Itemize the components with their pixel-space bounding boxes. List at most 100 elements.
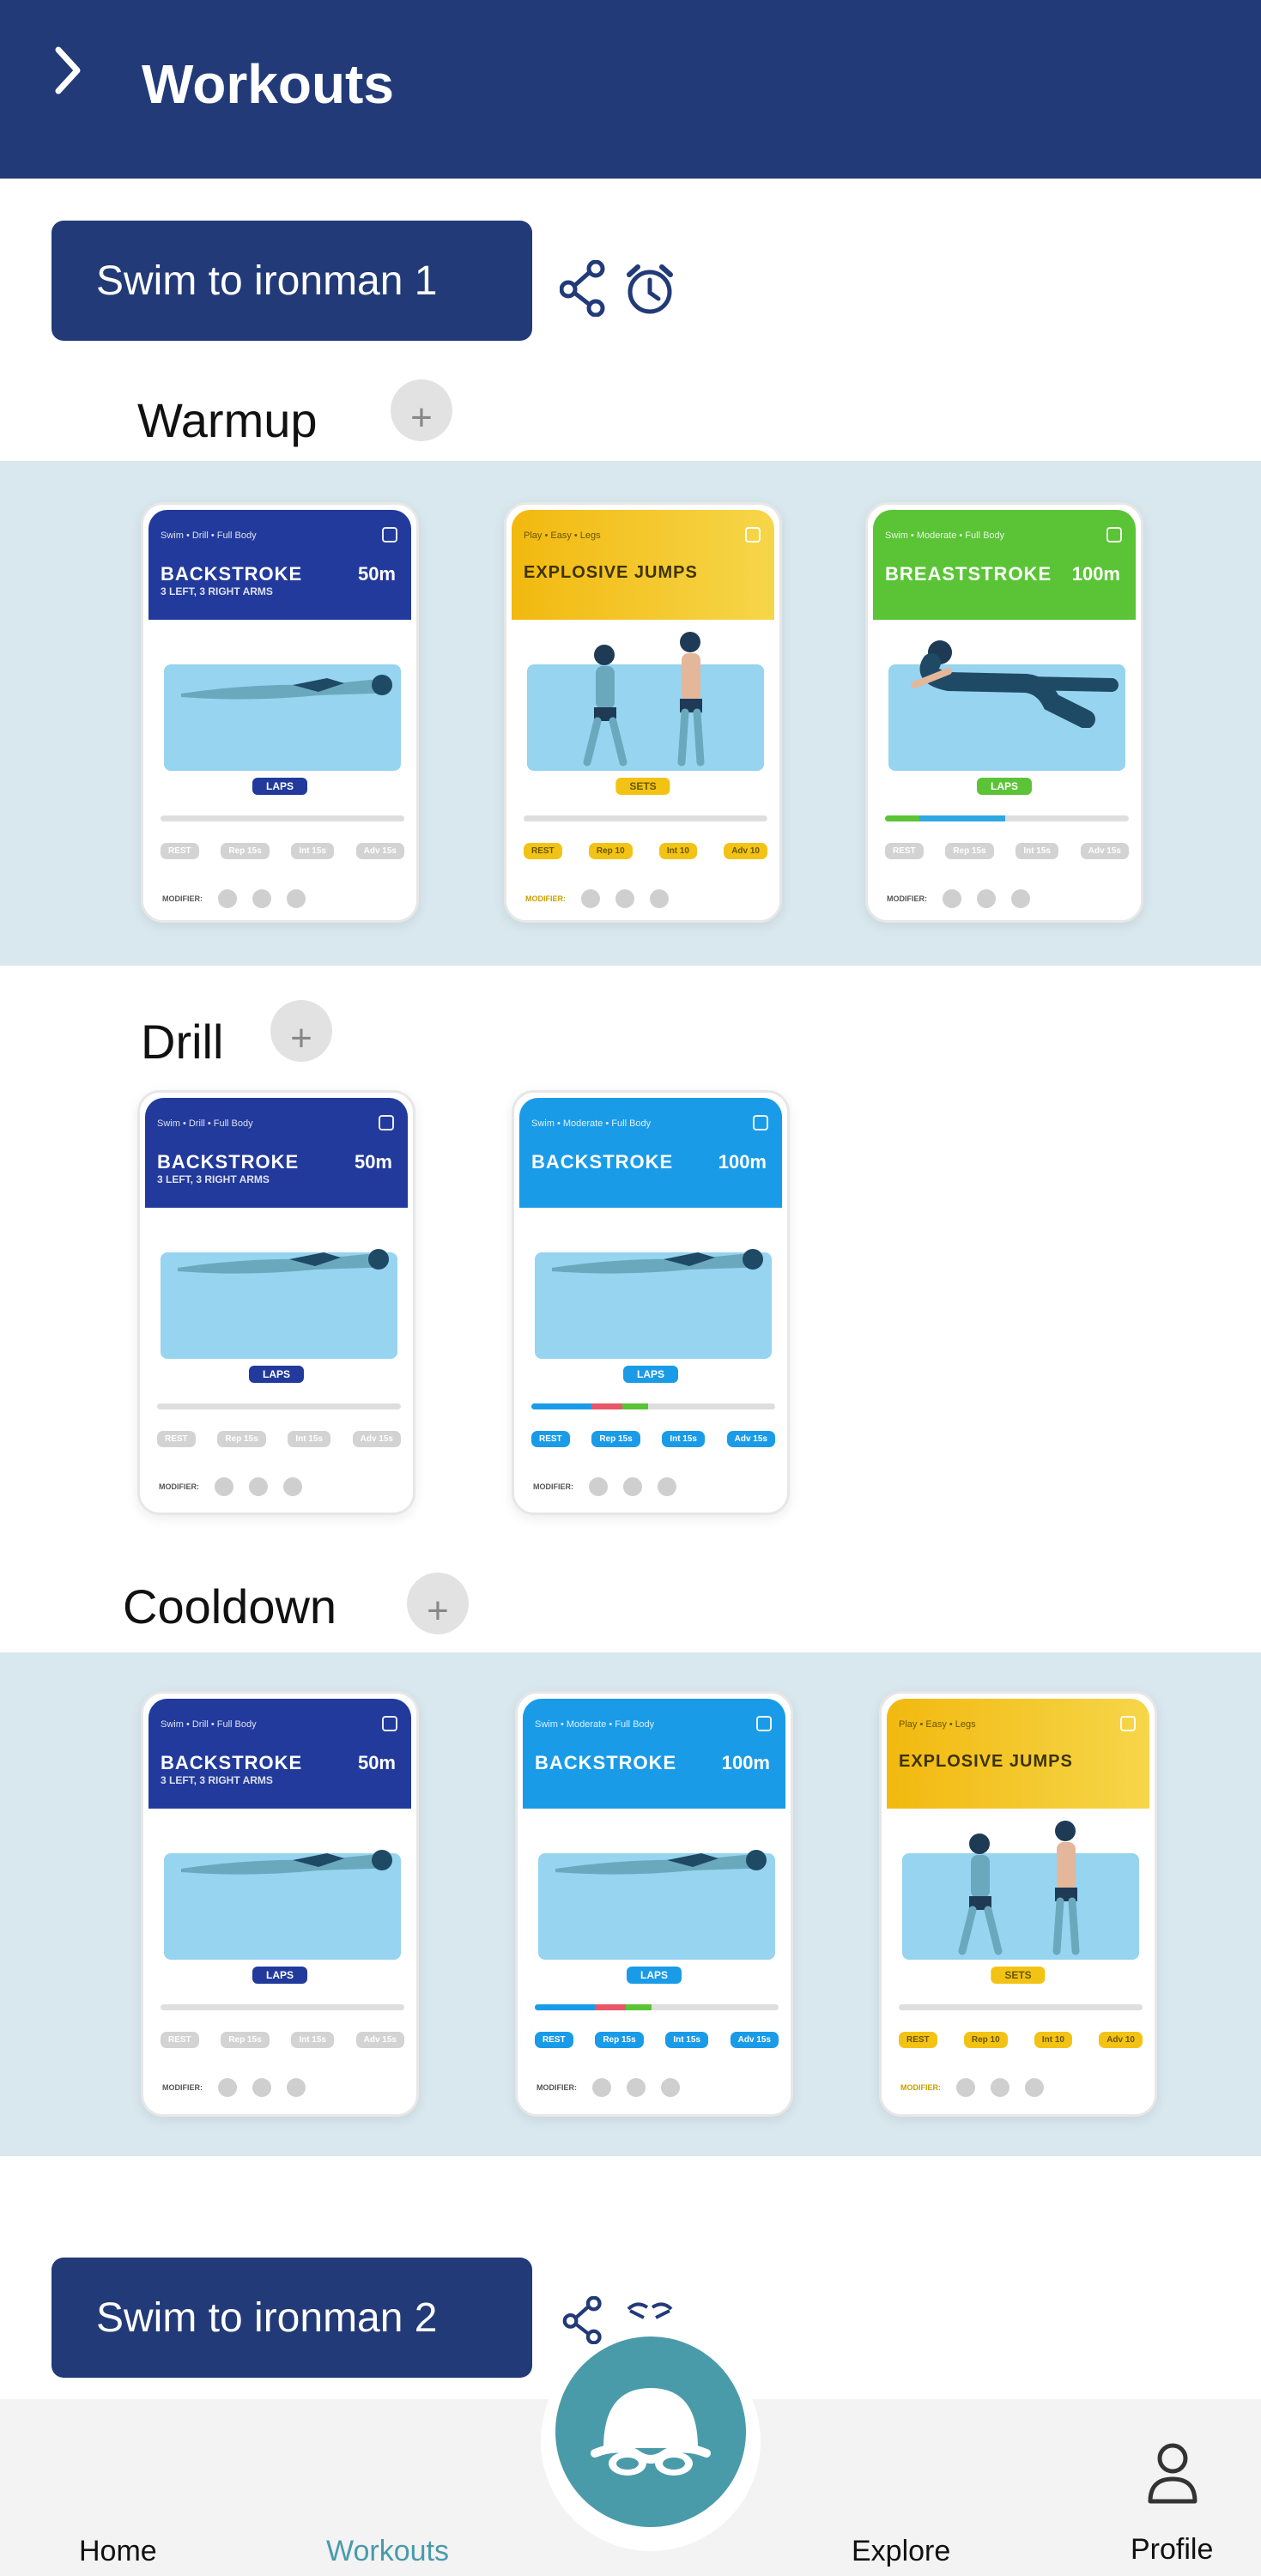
chip-int[interactable]: Int 10	[658, 843, 697, 859]
add-exercise-button-cooldown[interactable]: +	[407, 1573, 469, 1634]
progress-bar	[531, 1403, 775, 1409]
modifier-icon[interactable]	[658, 1477, 676, 1496]
tab-profile[interactable]: Profile	[1131, 2532, 1213, 2567]
workout-button-2[interactable]: Swim to ironman 2	[52, 2258, 532, 2378]
chip-int[interactable]: Int 15s	[662, 1431, 705, 1447]
modifier-icon[interactable]	[287, 889, 306, 908]
chip-rep[interactable]: Rep 15s	[945, 843, 994, 859]
chip-adv[interactable]: Adv 15s	[355, 843, 404, 859]
chip-adv[interactable]: Adv 10	[724, 843, 767, 859]
chip-int[interactable]: Int 15s	[665, 2032, 708, 2048]
exercise-card[interactable]: Swim • Moderate • Full Body BACKSTROKE 1…	[515, 1691, 793, 2117]
chip-adv[interactable]: Adv 15s	[1080, 843, 1129, 859]
exercise-card[interactable]: Play • Easy • Legs EXPLOSIVE JUMPS SETS …	[504, 502, 782, 923]
share-icon[interactable]	[560, 260, 606, 317]
card-tags: Swim • Moderate • Full Body	[531, 1118, 652, 1129]
modifier-icon[interactable]	[991, 2078, 1009, 2097]
chip-rep[interactable]: Rep 15s	[221, 2032, 270, 2048]
chip-adv[interactable]: Adv 15s	[726, 1431, 775, 1447]
card-menu-icon[interactable]	[379, 1115, 394, 1130]
chip-int[interactable]: Int 10	[1034, 2032, 1072, 2048]
chip-rest[interactable]: REST	[899, 2032, 937, 2048]
chip-int[interactable]: Int 15s	[288, 1431, 330, 1447]
chip-int[interactable]: Int 15s	[291, 2032, 334, 2048]
modifier-icon[interactable]	[249, 1477, 268, 1496]
modifier-icon[interactable]	[627, 2078, 646, 2097]
card-menu-icon[interactable]	[1120, 1716, 1136, 1731]
chip-rep[interactable]: Rep 15s	[217, 1431, 266, 1447]
chip-rest[interactable]: REST	[161, 2032, 199, 2048]
modifier-icon[interactable]	[956, 2078, 975, 2097]
chip-adv[interactable]: Adv 10	[1099, 2032, 1143, 2048]
card-footer: MODIFIER:	[537, 2078, 680, 2097]
progress-bar	[885, 815, 1129, 821]
chevron-right-icon[interactable]	[50, 45, 84, 96]
modifier-icon[interactable]	[977, 889, 996, 908]
exercise-distance: 50m	[357, 563, 396, 585]
exercise-card[interactable]: Swim • Drill • Full Body BACKSTROKE 3 LE…	[141, 502, 419, 923]
modifier-icon[interactable]	[581, 889, 600, 908]
modifier-icon[interactable]	[218, 889, 237, 908]
chip-rep[interactable]: Rep 10	[963, 2032, 1008, 2048]
modifier-icon[interactable]	[215, 1477, 233, 1496]
card-tags: Swim • Moderate • Full Body	[535, 1719, 655, 1730]
chip-rest[interactable]: REST	[161, 843, 199, 859]
card-menu-icon[interactable]	[745, 527, 761, 542]
chip-rest[interactable]: REST	[535, 2032, 573, 2048]
chip-adv[interactable]: Adv 15s	[730, 2032, 779, 2048]
section-title-cooldown: Cooldown	[123, 1579, 337, 1633]
add-exercise-button-drill[interactable]: +	[270, 1000, 332, 1062]
exercise-card[interactable]: Swim • Drill • Full Body BACKSTROKE 3 LE…	[141, 1691, 419, 2117]
card-menu-icon[interactable]	[753, 1115, 768, 1130]
chip-adv[interactable]: Adv 15s	[352, 1431, 401, 1447]
chip-rest[interactable]: REST	[157, 1431, 196, 1447]
tab-explore[interactable]: Explore	[852, 2534, 950, 2568]
card-tags: Swim • Drill • Full Body	[157, 1118, 253, 1129]
chip-int[interactable]: Int 15s	[1015, 843, 1058, 859]
center-action-button[interactable]	[555, 2337, 746, 2527]
profile-icon[interactable]	[1145, 2441, 1200, 2505]
chip-rest[interactable]: REST	[531, 1431, 570, 1447]
modifier-icon[interactable]	[218, 2078, 237, 2097]
modifier-icon[interactable]	[252, 2078, 271, 2097]
modifier-icon[interactable]	[650, 889, 669, 908]
progress-bar	[535, 2004, 779, 2010]
card-menu-icon[interactable]	[382, 1716, 397, 1731]
modifier-icon[interactable]	[1011, 889, 1030, 908]
modifier-icon[interactable]	[661, 2078, 680, 2097]
chip-adv[interactable]: Adv 15s	[355, 2032, 404, 2048]
rep-chips: REST Rep 15s Int 15s Adv 15s	[885, 843, 1129, 859]
modifier-icon[interactable]	[623, 1477, 642, 1496]
chip-rep[interactable]: Rep 15s	[591, 1431, 640, 1447]
modifier-icon[interactable]	[1025, 2078, 1044, 2097]
card-menu-icon[interactable]	[382, 527, 397, 542]
modifier-icon[interactable]	[589, 1477, 608, 1496]
modifier-icon[interactable]	[615, 889, 634, 908]
goggles-icon[interactable]	[625, 2299, 675, 2321]
modifier-icon[interactable]	[252, 889, 271, 908]
card-menu-icon[interactable]	[756, 1716, 772, 1731]
workout-button-1[interactable]: Swim to ironman 1	[52, 221, 532, 341]
exercise-card[interactable]: Swim • Moderate • Full Body BREASTSTROKE…	[865, 502, 1143, 923]
modifier-icon[interactable]	[943, 889, 961, 908]
chip-rep[interactable]: Rep 15s	[221, 843, 270, 859]
swimmer-backstroke-icon	[181, 675, 392, 700]
alarm-clock-icon[interactable]	[624, 263, 676, 316]
chip-int[interactable]: Int 15s	[291, 843, 334, 859]
tab-home[interactable]: Home	[79, 2534, 157, 2568]
chip-rest[interactable]: REST	[885, 843, 924, 859]
exercise-card[interactable]: Play • Easy • Legs EXPLOSIVE JUMPS SETS …	[879, 1691, 1157, 2117]
add-exercise-button-warmup[interactable]: +	[391, 379, 452, 441]
modifier-icon[interactable]	[287, 2078, 306, 2097]
exercise-card[interactable]: Swim • Drill • Full Body BACKSTROKE 3 LE…	[137, 1090, 415, 1515]
card-menu-icon[interactable]	[1106, 527, 1122, 542]
modifier-icon[interactable]	[592, 2078, 611, 2097]
chip-rep[interactable]: Rep 15s	[595, 2032, 644, 2048]
share-icon[interactable]	[560, 2296, 606, 2344]
chip-rep[interactable]: Rep 10	[588, 843, 633, 859]
unit-pill: LAPS	[252, 778, 308, 795]
chip-rest[interactable]: REST	[524, 843, 562, 859]
tab-workouts[interactable]: Workouts	[326, 2534, 449, 2568]
modifier-icon[interactable]	[283, 1477, 302, 1496]
exercise-card[interactable]: Swim • Moderate • Full Body BACKSTROKE 1…	[512, 1090, 790, 1515]
